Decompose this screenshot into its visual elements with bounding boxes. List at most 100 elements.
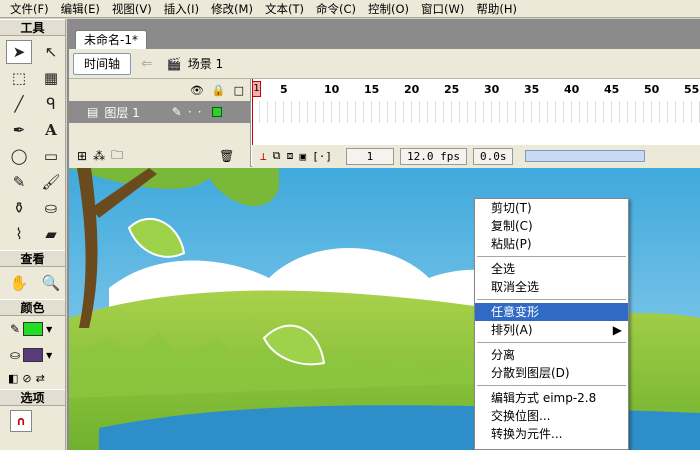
- outline-icon[interactable]: □: [234, 84, 244, 97]
- context-menu-item[interactable]: 全选: [475, 260, 628, 278]
- add-layer-icon[interactable]: ⊞: [77, 149, 87, 163]
- add-folder-icon[interactable]: 🗀: [111, 146, 123, 167]
- menu-item[interactable]: 视图(V): [106, 0, 158, 18]
- document-tab[interactable]: 未命名-1*: [75, 30, 147, 49]
- ink-bottle-icon[interactable]: ⚱: [6, 196, 32, 220]
- context-menu-item[interactable]: 排列(A) ▶: [475, 321, 628, 339]
- elapsed-time: 0.0s: [472, 147, 514, 165]
- no-color-icon[interactable]: ⊘: [22, 372, 31, 385]
- ruler-tick: 50: [644, 83, 660, 96]
- frame-ruler: 1510152025303540455055: [252, 79, 700, 101]
- stroke-pencil-icon: ✎: [10, 322, 21, 336]
- zoom-tool-icon[interactable]: 🔍: [38, 271, 64, 295]
- scene-crumb[interactable]: 🎬 场景 1: [167, 55, 223, 72]
- onion-markers-icon[interactable]: [·]: [312, 150, 332, 163]
- edit-multiple-icon[interactable]: ▣: [299, 150, 306, 163]
- menu-item[interactable]: 文件(F): [4, 0, 55, 18]
- menu-item[interactable]: 文本(T): [259, 0, 310, 18]
- playhead-box: 1: [252, 81, 261, 97]
- menu-item[interactable]: 窗口(W): [415, 0, 470, 18]
- pencil-tool-icon[interactable]: ✎: [6, 170, 32, 194]
- ruler-tick: 25: [444, 83, 460, 96]
- rect-tool-icon[interactable]: ▭: [38, 144, 64, 168]
- onion-skin-icon[interactable]: ⧉: [273, 149, 281, 163]
- context-menu-item[interactable]: 取消全选: [475, 278, 628, 296]
- menu-item[interactable]: 插入(I): [158, 0, 205, 18]
- tools-title: 工具: [0, 19, 65, 36]
- ruler-tick: 10: [324, 83, 340, 96]
- menu-separator: [477, 385, 626, 386]
- tools-panel: 工具 ➤ ↖ ⬚ ▦ ╱ ᑫ ✒ A ◯ ▭ ✎ 🖌 ⚱ ⛀ ⌇ ▰ 查看 ✋ …: [0, 19, 66, 450]
- ruler-tick: 45: [604, 83, 620, 96]
- eraser-icon[interactable]: ▰: [38, 222, 64, 246]
- timeline-panel: 👁 🔒 □ ▤ 图层 1 ✎ · · ⊞ ⁂ 🗀 🗑 5 10 15 20 25…: [69, 79, 700, 167]
- eyedropper-icon[interactable]: ⌇: [6, 222, 32, 246]
- brush-tool-icon[interactable]: 🖌: [38, 170, 64, 194]
- menu-separator: [477, 299, 626, 300]
- pen-tool-icon[interactable]: ✒: [6, 118, 32, 142]
- options-title: 选项: [0, 389, 65, 406]
- dot-icon: ·: [187, 105, 192, 119]
- hand-tool-icon[interactable]: ✋: [6, 271, 32, 295]
- timeline-scrollbar[interactable]: [525, 150, 646, 162]
- menu-item[interactable]: 命令(C): [310, 0, 362, 18]
- scene-label: 场景 1: [187, 57, 224, 71]
- lock-icon[interactable]: 🔒: [212, 84, 226, 97]
- default-colors-icon[interactable]: ◧: [8, 372, 18, 385]
- back-arrow-icon[interactable]: ⇐: [141, 56, 153, 72]
- menu-item[interactable]: 编辑(E): [55, 0, 106, 18]
- fill-color-swatch[interactable]: [23, 348, 44, 362]
- text-tool-icon[interactable]: A: [38, 118, 64, 142]
- layer-name: 图层 1: [104, 105, 140, 120]
- context-menu-item[interactable]: 交换位图...: [475, 407, 628, 425]
- ruler-tick: 5: [280, 83, 288, 96]
- paint-bucket-icon[interactable]: ⛀: [38, 196, 64, 220]
- oval-tool-icon[interactable]: ◯: [6, 144, 32, 168]
- ruler-tick: 30: [484, 83, 500, 96]
- context-menu-item[interactable]: 任意变形: [475, 303, 628, 321]
- frame-rate: 12.0 fps: [399, 147, 467, 165]
- trash-icon[interactable]: 🗑: [219, 149, 234, 163]
- ruler-tick: 35: [524, 83, 540, 96]
- frames-area[interactable]: 1510152025303540455055 1 ⊥ ⧉ ⧈ ▣ [·] 1 1…: [252, 79, 700, 167]
- stroke-color-swatch[interactable]: [23, 322, 44, 336]
- context-menu-item[interactable]: 剪切(T): [475, 199, 628, 217]
- layer-icon: ▤: [87, 105, 99, 119]
- subselect-tool-icon[interactable]: ↖: [38, 40, 64, 64]
- context-menu-item[interactable]: 分离: [475, 346, 628, 364]
- context-menu-item[interactable]: 粘贴(P): [475, 235, 628, 253]
- frame-row[interactable]: [252, 101, 700, 123]
- outline-color-icon: [211, 107, 222, 117]
- edit-bar: 时间轴 ⇐ 🎬 场景 1: [69, 49, 700, 79]
- timeline-toggle-button[interactable]: 时间轴: [73, 52, 132, 75]
- add-motion-guide-icon[interactable]: ⁂: [93, 149, 105, 163]
- magnet-snap-icon[interactable]: ∩: [10, 410, 32, 432]
- arrow-tool-icon[interactable]: ➤: [6, 40, 32, 64]
- context-menu-item[interactable]: 分散到图层(D): [475, 364, 628, 382]
- context-menu-item[interactable]: 编辑方式 eimp-2.8: [475, 389, 628, 407]
- layer-row[interactable]: ▤ 图层 1 ✎ · ·: [69, 101, 250, 123]
- free-transform-icon[interactable]: ⬚: [6, 66, 32, 90]
- pencil-icon: ✎: [171, 105, 182, 119]
- ruler-tick: 40: [564, 83, 580, 96]
- fill-bucket-icon: ⛀: [10, 348, 21, 362]
- swap-colors-icon[interactable]: ⇄: [36, 372, 45, 385]
- colors-title: 颜色: [0, 299, 65, 316]
- menu-bar: 文件(F) 编辑(E) 视图(V) 插入(I) 修改(M) 文本(T) 命令(C) 控制(O)…: [0, 0, 700, 18]
- view-title: 查看: [0, 250, 65, 267]
- center-frame-icon[interactable]: ⊥: [260, 150, 267, 163]
- ruler-tick: 15: [364, 83, 380, 96]
- lasso-tool-icon[interactable]: ᑫ: [38, 92, 64, 116]
- context-menu-item[interactable]: 转换为元件...: [475, 425, 628, 443]
- menu-item[interactable]: 修改(M): [205, 0, 259, 18]
- current-frame: 1: [345, 147, 394, 165]
- menu-item[interactable]: 控制(O): [362, 0, 415, 18]
- dot-icon: ·: [197, 105, 202, 119]
- gradient-transform-icon[interactable]: ▦: [38, 66, 64, 90]
- eye-icon[interactable]: 👁: [190, 84, 204, 97]
- line-tool-icon[interactable]: ╱: [6, 92, 32, 116]
- context-menu-item[interactable]: 复制(C): [475, 217, 628, 235]
- menu-item[interactable]: 帮助(H): [470, 0, 523, 18]
- onion-outline-icon[interactable]: ⧈: [286, 149, 293, 163]
- menu-separator: [477, 256, 626, 257]
